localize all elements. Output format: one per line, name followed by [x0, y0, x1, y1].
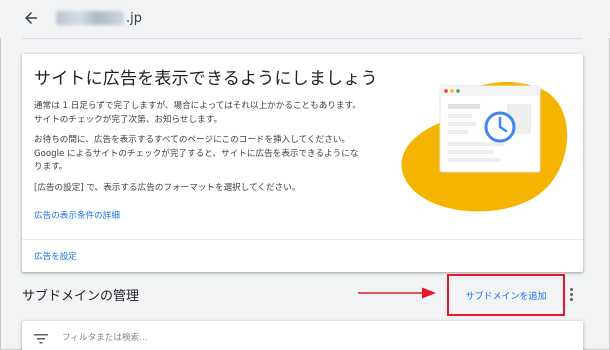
browser-clock-illustration [401, 82, 568, 212]
subdomain-section-title: サブドメインの管理 [22, 289, 140, 304]
more-vert-icon[interactable] [566, 287, 576, 303]
arrow-left-icon[interactable] [22, 9, 40, 27]
card-paragraph-insert-code: お待ちの間に、広告を表示するすべてのページにこのコードを挿入してください。 Go… [34, 135, 359, 172]
card-title: サイトに広告を表示できるようにしましょう [34, 69, 378, 89]
more-dot [569, 288, 573, 291]
domain-name-redacted [56, 11, 124, 25]
card-paragraph-ad-settings: [広告の設定] で、表示する広告のフォーマットを選択してください。 [34, 182, 301, 193]
domain-suffix: .jp [126, 10, 142, 26]
ad-display-conditions-link[interactable]: 広告の表示条件の詳細 [34, 209, 120, 221]
card-divider [22, 239, 583, 240]
add-subdomain-label: サブドメインを追加 [465, 291, 547, 302]
card-body: 通常は 1 日足らずで完了しますが、場合によってはそれ以上かかることもあります。… [34, 100, 384, 202]
header-divider [22, 38, 582, 39]
filter-bar [22, 321, 583, 350]
site-domain: .jp [56, 8, 142, 28]
add-subdomain-button[interactable]: サブドメインを追加 [447, 274, 565, 316]
more-dot [569, 298, 573, 301]
top-bar: .jp [0, 0, 610, 38]
setup-ads-link[interactable]: 広告を設定 [34, 250, 77, 262]
filter-list-icon[interactable] [34, 334, 48, 344]
card-paragraph-review-time: 通常は 1 日足らずで完了しますが、場合によってはそれ以上かかることもあります。… [34, 101, 361, 125]
more-dot [569, 293, 573, 296]
red-arrow-annotation [358, 287, 436, 299]
filter-search-input[interactable] [62, 329, 362, 347]
site-review-card: サイトに広告を表示できるようにしましょう 通常は 1 日足らずで完了しますが、場… [22, 54, 583, 272]
